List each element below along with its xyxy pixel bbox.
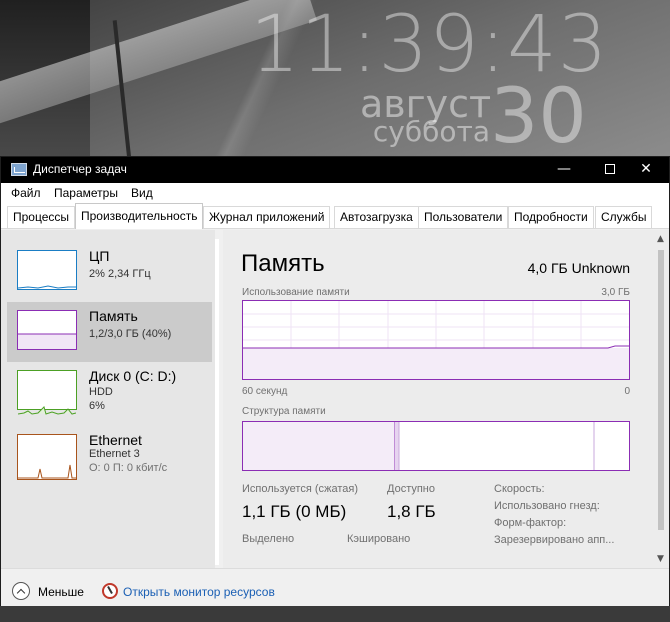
time-axis-start: 60 секунд bbox=[242, 386, 288, 397]
menu-file[interactable]: Файл bbox=[11, 186, 41, 200]
tab-app-history[interactable]: Журнал приложений bbox=[203, 206, 331, 228]
resource-detail: 1,2/3,0 ГБ (40%) bbox=[89, 328, 172, 340]
close-button[interactable]: ✕ bbox=[623, 157, 669, 183]
composition-label: Структура памяти bbox=[242, 406, 326, 417]
task-manager-window: Диспетчер задач — ✕ Файл Параметры Вид П… bbox=[0, 156, 670, 606]
resource-monitor-icon bbox=[102, 583, 118, 599]
usage-fill-area bbox=[243, 348, 629, 379]
tab-users[interactable]: Пользователи bbox=[418, 206, 509, 228]
committed-label: Выделено bbox=[242, 533, 295, 545]
title-bar[interactable]: Диспетчер задач — ✕ bbox=[1, 157, 669, 183]
tab-bar: Процессы Производительность Журнал прило… bbox=[1, 203, 669, 229]
resource-item-cpu[interactable]: ЦП 2% 2,34 ГГц bbox=[7, 242, 212, 302]
in-use-value: 1,1 ГБ (0 МБ) bbox=[242, 502, 347, 521]
scroll-thumb[interactable] bbox=[658, 250, 664, 530]
resource-item-disk[interactable]: Диск 0 (C: D:) HDD 6% bbox=[7, 362, 212, 422]
menu-bar: Файл Параметры Вид bbox=[1, 183, 669, 203]
menu-options[interactable]: Параметры bbox=[54, 186, 118, 200]
composition-modified bbox=[395, 422, 399, 470]
available-value: 1,8 ГБ bbox=[387, 502, 436, 521]
desktop-clock-day: 30 bbox=[490, 71, 587, 160]
speed-label: Скорость: bbox=[494, 483, 545, 495]
collapse-chevron-icon[interactable] bbox=[12, 582, 30, 600]
resource-name: Ethernet bbox=[89, 432, 142, 448]
tab-startup[interactable]: Автозагрузка bbox=[334, 206, 419, 228]
fewer-details-button[interactable]: Меньше bbox=[38, 585, 84, 599]
sidebar-scrollbar[interactable] bbox=[215, 239, 219, 565]
resource-item-ethernet[interactable]: Ethernet Ethernet 3 О: 0 П: 0 кбит/с bbox=[7, 426, 212, 486]
resource-detail-2: 6% bbox=[89, 400, 105, 412]
memory-usage-svg bbox=[243, 301, 629, 379]
memory-detail-panel: Память 4,0 ГБ Unknown Использование памя… bbox=[223, 230, 653, 568]
scroll-down-icon[interactable]: ▼ bbox=[657, 554, 664, 564]
resource-detail: HDD bbox=[89, 386, 113, 398]
time-axis-end: 0 bbox=[624, 386, 630, 397]
open-resource-monitor-link[interactable]: Открыть монитор ресурсов bbox=[123, 585, 275, 599]
scroll-up-icon[interactable]: ▲ bbox=[657, 234, 664, 244]
tab-services[interactable]: Службы bbox=[595, 206, 653, 228]
available-label: Доступно bbox=[387, 483, 436, 495]
resource-detail: 2% 2,34 ГГц bbox=[89, 268, 151, 280]
resource-name: Диск 0 (C: D:) bbox=[89, 368, 177, 384]
tab-processes[interactable]: Процессы bbox=[7, 206, 76, 228]
desktop-clock-weekday: суббота bbox=[372, 115, 490, 148]
total-memory: 4,0 ГБ Unknown bbox=[527, 260, 630, 276]
menu-view[interactable]: Вид bbox=[131, 186, 153, 200]
slots-label: Использовано гнезд: bbox=[494, 500, 600, 512]
panel-title: Память bbox=[241, 250, 325, 277]
in-use-label: Используется (сжатая) bbox=[242, 483, 359, 495]
wallpaper-floor bbox=[0, 606, 670, 622]
maximize-icon bbox=[605, 164, 615, 174]
footer-bar: Меньше Открыть монитор ресурсов bbox=[1, 568, 669, 606]
resource-detail-2: О: 0 П: 0 кбит/с bbox=[89, 462, 168, 474]
cached-label: Кэшировано bbox=[347, 533, 411, 545]
composition-in-use bbox=[243, 422, 395, 470]
usage-graph-label: Использование памяти bbox=[242, 287, 350, 298]
resource-detail: Ethernet 3 bbox=[89, 448, 140, 460]
form-factor-label: Форм-фактор: bbox=[494, 517, 567, 529]
memory-thumbnail-graph bbox=[17, 310, 77, 350]
memory-composition-bar bbox=[242, 421, 630, 471]
disk-thumbnail-graph bbox=[17, 370, 77, 415]
resource-name: Память bbox=[89, 308, 138, 324]
task-manager-icon bbox=[11, 163, 27, 176]
memory-usage-graph bbox=[242, 300, 630, 380]
cpu-thumbnail-graph bbox=[17, 250, 77, 290]
resource-name: ЦП bbox=[89, 248, 110, 264]
window-title: Диспетчер задач bbox=[33, 162, 127, 176]
resource-item-memory[interactable]: Память 1,2/3,0 ГБ (40%) bbox=[7, 302, 212, 362]
resource-list: ЦП 2% 2,34 ГГц Память 1,2/3,0 ГБ (40%) Д… bbox=[1, 230, 215, 568]
tab-performance[interactable]: Производительность bbox=[75, 203, 204, 229]
usage-graph-max: 3,0 ГБ bbox=[601, 287, 630, 298]
minimize-button[interactable]: — bbox=[541, 157, 587, 183]
ethernet-thumbnail-graph bbox=[17, 434, 77, 480]
panel-scrollbar[interactable]: ▲ ▼ bbox=[653, 230, 669, 568]
reserved-label: Зарезервировано апп... bbox=[494, 534, 615, 546]
tab-details[interactable]: Подробности bbox=[508, 206, 594, 228]
